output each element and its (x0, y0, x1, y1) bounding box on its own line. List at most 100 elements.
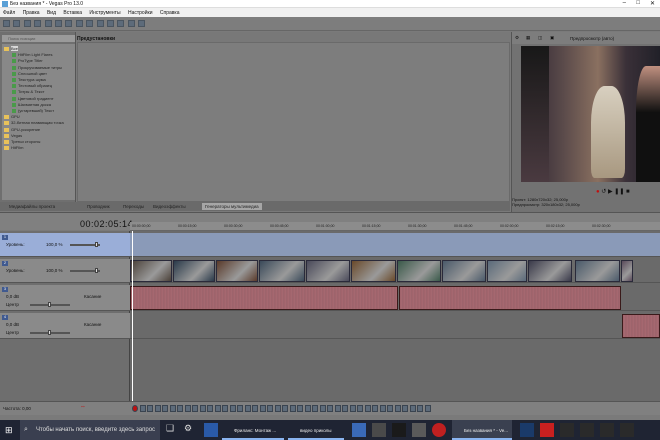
menu-view[interactable]: Вид (47, 10, 56, 16)
transport-tool-icon[interactable] (364, 405, 371, 412)
audio-lane-4[interactable] (130, 313, 660, 339)
menu-edit[interactable]: Правка (23, 10, 40, 16)
normal-edit-icon[interactable] (127, 20, 135, 27)
video-clip[interactable] (351, 260, 396, 282)
video-lane-1[interactable] (130, 233, 660, 257)
tree-item[interactable]: HitFilm Light Flares (12, 52, 52, 58)
tree-search-input[interactable]: Поиск позиции (2, 35, 75, 42)
video-clip[interactable] (259, 260, 305, 282)
taskbar-app-folder[interactable]: видео приколы (288, 420, 344, 440)
transport-tool-icon[interactable] (222, 405, 228, 412)
track-header-1[interactable]: 1 Уровень: 100,0 % (0, 233, 130, 257)
open-icon[interactable] (13, 20, 21, 27)
overlay-icon[interactable]: ◫ (538, 35, 542, 41)
app-icon-1[interactable] (204, 423, 218, 437)
tree-folder[interactable]: HitFilm (4, 145, 23, 151)
audio-clip[interactable] (130, 286, 398, 310)
level-slider-knob[interactable] (95, 268, 98, 273)
tab-project-media[interactable]: Медиафайлы проекта (6, 203, 58, 210)
transport-tool-icon[interactable] (259, 405, 266, 412)
record-icon[interactable]: ● (596, 189, 600, 195)
transport-tool-icon[interactable] (319, 405, 326, 412)
snap-icon[interactable] (106, 20, 114, 27)
minimize-icon[interactable]: – (623, 0, 626, 6)
render-icon[interactable] (34, 20, 42, 27)
tree-folder[interactable]: GPU (4, 114, 20, 120)
start-button[interactable]: ⊞ (0, 420, 20, 440)
audio-clip[interactable] (622, 314, 660, 338)
transport-tool-icon[interactable] (312, 405, 318, 412)
app-icon-8[interactable] (620, 423, 634, 437)
transport-tool-icon[interactable] (199, 405, 206, 412)
video-clip[interactable] (575, 260, 620, 282)
level-slider-knob[interactable] (95, 242, 98, 247)
menu-tools[interactable]: Инструменты (89, 10, 120, 16)
tree-item[interactable]: Цветовой градиент (12, 96, 54, 102)
video-clip[interactable] (442, 260, 486, 282)
redo-icon[interactable] (96, 20, 104, 27)
opera-icon[interactable] (432, 423, 446, 437)
transport-tool-icon[interactable] (192, 405, 198, 412)
video-clip[interactable] (306, 260, 350, 282)
tree-folder[interactable]: Третьи стороны (4, 139, 40, 145)
tree-item[interactable]: Тестовый образец (12, 83, 52, 89)
app-icon-5[interactable] (560, 423, 574, 437)
video-clip[interactable] (487, 260, 527, 282)
menu-insert[interactable]: Вставка (63, 10, 82, 16)
tree-folder[interactable]: Vegas (4, 133, 22, 139)
stop-icon[interactable]: ■ (626, 189, 630, 195)
presets-area[interactable] (77, 42, 510, 202)
tab-transitions[interactable]: Переходы (120, 203, 147, 210)
menu-help[interactable]: Справка (160, 10, 180, 16)
tree-item[interactable]: (устаревший) Текст (12, 108, 54, 114)
automation-mode[interactable]: Касание (84, 294, 101, 299)
audio-lane-3[interactable] (130, 285, 660, 311)
video-clip[interactable] (621, 260, 633, 282)
transport-tool-icon[interactable] (409, 405, 416, 412)
transport-tool-icon[interactable] (154, 405, 161, 412)
video-clip[interactable] (130, 260, 172, 282)
transport-tool-icon[interactable] (229, 405, 236, 412)
video-clip[interactable] (528, 260, 572, 282)
menu-file[interactable]: Файл (3, 10, 15, 16)
app-icon-2[interactable] (372, 423, 386, 437)
tree-item[interactable]: ProType Titler (12, 58, 43, 64)
transport-tool-icon[interactable] (162, 405, 168, 412)
audio-clip[interactable] (399, 286, 621, 310)
tree-item[interactable]: Прокручиваемые титры (12, 65, 62, 71)
video-clip[interactable] (173, 260, 215, 282)
app-icon-4[interactable] (412, 423, 426, 437)
transport-tool-icon[interactable] (342, 405, 348, 412)
video-clip[interactable] (216, 260, 258, 282)
rate-slider-knob-icon[interactable]: ⇔ (80, 404, 86, 410)
tree-folder[interactable]: GPU-ускорение (4, 127, 40, 133)
save-icon[interactable] (23, 20, 31, 27)
transport-tool-icon[interactable] (402, 405, 408, 412)
transport-tool-icon[interactable] (379, 405, 386, 412)
transport-tool-icon[interactable] (214, 405, 221, 412)
tree-folder[interactable]: Все (4, 46, 18, 52)
undo-icon[interactable] (86, 20, 94, 27)
preview-quality-dropdown[interactable]: Предпросмотр (авто) (570, 36, 614, 41)
taskbar-app-vegas[interactable]: Без названия * - Ve... (452, 420, 512, 440)
playhead-cursor[interactable] (132, 231, 133, 401)
tree-item[interactable]: Титры & Текст (12, 89, 44, 95)
video-clip[interactable] (397, 260, 441, 282)
maximize-icon[interactable]: □ (636, 0, 640, 6)
transport-tool-icon[interactable] (424, 405, 431, 412)
ripple-icon[interactable] (117, 20, 125, 27)
paste-icon[interactable] (75, 20, 83, 27)
transport-tool-icon[interactable] (169, 405, 176, 412)
app-icon-7[interactable] (600, 423, 614, 437)
track-header-2[interactable]: 2 Уровень: 100,0 % (0, 259, 130, 283)
close-icon[interactable]: ✕ (650, 0, 655, 7)
timeline-record-icon[interactable] (132, 405, 138, 412)
transport-tool-icon[interactable] (244, 405, 251, 412)
taskbar-search-input[interactable]: Чтобы начать поиск, введите здесь запрос (20, 420, 160, 440)
pan-slider-knob[interactable] (48, 302, 51, 307)
transport-tool-icon[interactable] (394, 405, 401, 412)
copy-icon[interactable] (65, 20, 73, 27)
transport-tool-icon[interactable] (252, 405, 258, 412)
transport-tool-icon[interactable] (139, 405, 146, 412)
tree-item[interactable]: Текстура шума (12, 77, 46, 83)
